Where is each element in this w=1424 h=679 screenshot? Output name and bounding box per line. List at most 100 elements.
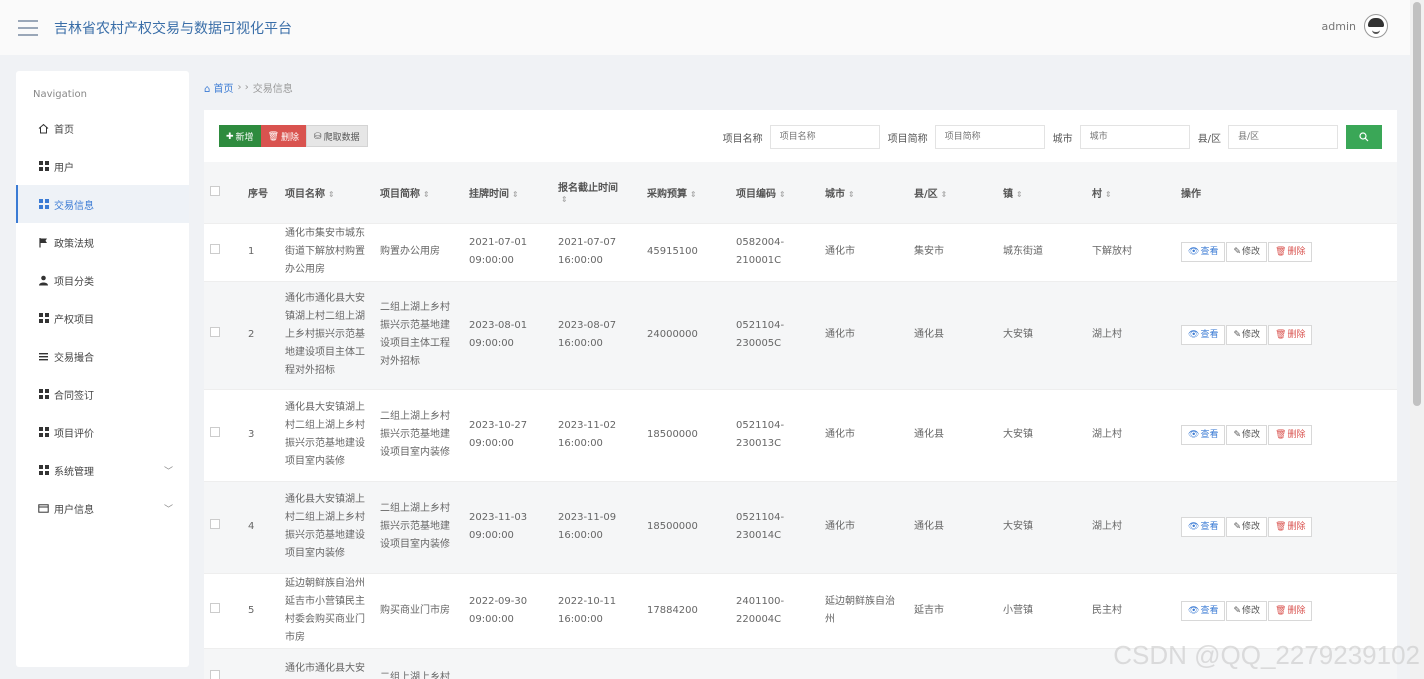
delete-button[interactable]: 🗑 删除 — [260, 125, 307, 147]
view-button[interactable]: 👁 查看 — [1181, 425, 1226, 445]
sort-icon: ⇕ — [423, 189, 430, 199]
cell-city: 延边朝鲜族自治州 — [819, 572, 908, 648]
header-deadline[interactable]: 报名截止时间 ⇕ — [552, 162, 641, 223]
cell-city — [819, 647, 908, 679]
header-town[interactable]: 镇 ⇕ — [997, 162, 1086, 223]
header-short[interactable]: 项目简称 ⇕ — [374, 162, 463, 223]
eye-icon: 👁 — [1188, 605, 1200, 616]
menu-toggle-icon[interactable] — [18, 19, 38, 36]
plus-icon: ✚ — [226, 130, 234, 141]
cell-name: 通化县大安镇湖上村二组上湖上乡村振兴示范基地建设项目室内装修 — [279, 480, 374, 573]
trash-icon: 🗑 — [267, 130, 279, 141]
cell-list-time — [463, 647, 552, 679]
project-short-input[interactable] — [934, 125, 1045, 149]
row-checkbox[interactable] — [204, 222, 242, 281]
cell-actions: 👁 查看 ✎ 修改 🗑 删除 — [1175, 572, 1397, 648]
sidebar-item-evaluation[interactable]: 项目评价 — [16, 413, 189, 451]
header-village[interactable]: 村 ⇕ — [1086, 162, 1175, 223]
view-button[interactable]: 👁 查看 — [1181, 600, 1226, 621]
cell-budget: 18500000 — [641, 480, 730, 573]
user-name[interactable]: admin — [1322, 20, 1356, 33]
cell-town — [997, 647, 1086, 679]
sidebar-item-property[interactable]: 产权项目 — [16, 299, 189, 337]
grid-icon — [38, 313, 49, 324]
view-button[interactable]: 👁 查看 — [1181, 517, 1226, 537]
row-checkbox[interactable] — [204, 572, 242, 648]
edit-button[interactable]: ✎ 修改 — [1226, 600, 1268, 621]
table-row: 3 通化县大安镇湖上村二组上湖上乡村振兴示范基地建设项目室内装修 二组上湖上乡村振兴… — [204, 388, 1397, 481]
header-budget[interactable]: 采购预算 ⇕ — [641, 162, 730, 223]
cell-town: 小营镇 — [997, 572, 1086, 648]
chevron-down-icon: ﹀ — [163, 504, 173, 515]
delete-row-button[interactable]: 🗑 删除 — [1268, 600, 1313, 621]
header-code[interactable]: 项目编码 ⇕ — [730, 162, 819, 223]
cell-name: 延边朝鲜族自治州延吉市小营镇民主村委会购买商业门市房 — [279, 572, 374, 648]
cell-county: 集安市 — [908, 222, 997, 281]
row-checkbox[interactable] — [204, 480, 242, 573]
edit-button[interactable]: ✎ 修改 — [1226, 242, 1268, 262]
scrollbar-thumb[interactable] — [1413, 2, 1421, 406]
cell-no: 2 — [242, 280, 279, 389]
breadcrumb-home[interactable]: ⌂ 首页 — [204, 80, 234, 95]
header-list-time[interactable]: 挂牌时间 ⇕ — [463, 162, 552, 223]
sidebar-item-policy[interactable]: 政策法规 — [16, 223, 189, 261]
sidebar-item-label: 政策法规 — [54, 238, 94, 250]
sort-icon: ⇕ — [328, 189, 335, 199]
flag-icon — [38, 237, 49, 248]
select-all-checkbox[interactable] — [204, 162, 242, 223]
page-scrollbar[interactable] — [1410, 0, 1424, 679]
row-checkbox[interactable] — [204, 280, 242, 389]
search-icon — [1359, 130, 1369, 145]
edit-button[interactable]: ✎ 修改 — [1226, 425, 1268, 445]
header-county[interactable]: 县/区 ⇕ — [908, 162, 997, 223]
list-icon — [38, 351, 49, 362]
sidebar-item-label: 项目评价 — [54, 428, 94, 440]
breadcrumb-current: 交易信息 — [252, 84, 293, 95]
table-header-row: 序号 项目名称 ⇕ 项目简称 ⇕ 挂牌时间 ⇕ 报名截止时间 ⇕ 采购预算 ⇕ 项目编码 ⇕… — [204, 162, 1397, 223]
sidebar-item-category[interactable]: 项目分类 — [16, 261, 189, 299]
cell-city: 通化市 — [819, 280, 908, 389]
delete-row-button[interactable]: 🗑 删除 — [1268, 242, 1313, 262]
cell-code: 0521104-230013C — [730, 388, 819, 481]
delete-row-button[interactable]: 🗑 删除 — [1268, 325, 1313, 345]
sidebar-item-label: 产权项目 — [54, 314, 94, 326]
sidebar-item-home[interactable]: 首页 — [16, 109, 189, 147]
edit-button[interactable]: ✎ 修改 — [1226, 325, 1268, 345]
header-city[interactable]: 城市 ⇕ — [819, 162, 908, 223]
header-name[interactable]: 项目名称 ⇕ — [279, 162, 374, 223]
table-row: 4 通化县大安镇湖上村二组上湖上乡村振兴示范基地建设项目室内装修 二组上湖上乡村振兴… — [204, 480, 1397, 573]
search-button[interactable] — [1346, 125, 1382, 149]
crawl-data-button[interactable]: ⛁ 爬取数据 — [306, 125, 368, 147]
sidebar-item-users[interactable]: 用户 — [16, 147, 189, 185]
user-area[interactable]: admin — [1322, 14, 1388, 38]
cell-code: 0521104-230014C — [730, 480, 819, 573]
header-no: 序号 — [248, 188, 268, 200]
cell-budget: 17884200 — [641, 572, 730, 648]
view-button[interactable]: 👁 查看 — [1181, 325, 1226, 345]
sidebar-item-matching[interactable]: 交易撮合 — [16, 337, 189, 375]
database-icon: ⛁ — [314, 130, 322, 141]
cell-no: 3 — [242, 388, 279, 481]
edit-button[interactable]: ✎ 修改 — [1226, 517, 1268, 537]
grid-icon — [38, 465, 49, 476]
cell-list-time: 2022-09-30 09:00:00 — [463, 572, 552, 648]
delete-row-button[interactable]: 🗑 删除 — [1268, 517, 1313, 537]
sidebar-item-contract[interactable]: 合同签订 — [16, 375, 189, 413]
sidebar-item-userinfo[interactable]: 用户信息 ﹀ — [16, 489, 189, 527]
avatar-icon[interactable] — [1364, 14, 1388, 38]
card-icon — [38, 503, 49, 514]
toolbar: ✚ 新增 🗑 删除 ⛁ 爬取数据 — [219, 125, 368, 147]
row-checkbox[interactable] — [204, 388, 242, 481]
sidebar-item-trade-info[interactable]: 交易信息 — [16, 185, 189, 223]
cell-city: 通化市 — [819, 480, 908, 573]
view-button[interactable]: 👁 查看 — [1181, 242, 1226, 262]
city-input[interactable] — [1079, 125, 1190, 149]
project-name-input[interactable] — [769, 125, 880, 149]
sidebar-item-system[interactable]: 系统管理 ﹀ — [16, 451, 189, 489]
delete-row-button[interactable]: 🗑 删除 — [1268, 425, 1313, 445]
row-checkbox[interactable] — [204, 647, 242, 679]
county-input[interactable] — [1228, 125, 1338, 149]
add-button[interactable]: ✚ 新增 — [219, 125, 261, 147]
cell-deadline: 2021-07-07 16:00:00 — [552, 222, 641, 281]
eye-icon: 👁 — [1188, 430, 1200, 440]
